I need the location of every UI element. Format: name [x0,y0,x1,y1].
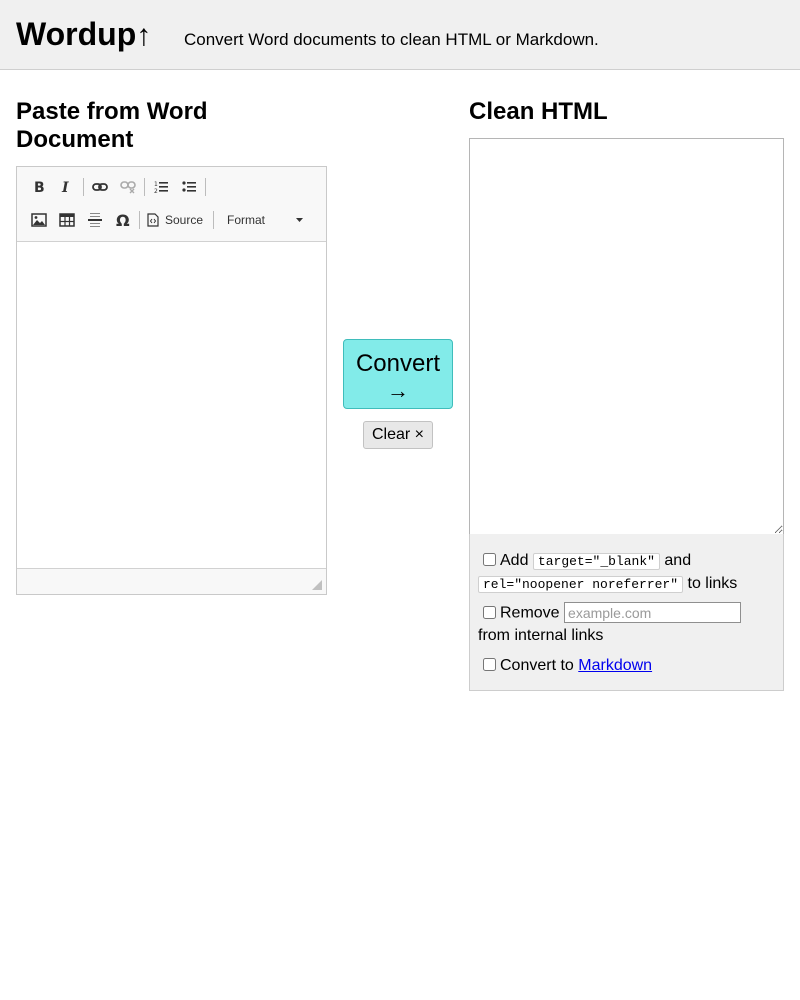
horizontal-line-icon[interactable] [85,209,105,231]
markdown-checkbox[interactable] [483,658,496,671]
table-icon[interactable] [57,209,77,231]
bold-icon[interactable]: B [29,176,49,198]
svg-text:B: B [34,180,45,194]
option-remove-domain: Remove from internal links [478,602,778,647]
image-icon[interactable] [29,209,49,231]
conversion-options: Add target="_blank" and rel="noopener nor… [469,534,784,691]
source-icon [147,213,159,227]
source-label: Source [165,213,204,227]
resize-handle-icon[interactable] [312,580,322,590]
toolbar-separator [213,211,214,229]
toolbar-separator [205,178,206,196]
format-label: Format [227,213,266,227]
domain-input[interactable] [564,602,742,623]
italic-icon[interactable]: I [56,176,76,198]
brand-name: Wordup [16,16,137,52]
to-links-label: to links [687,575,738,592]
word-paste-editor: B I 12 Ω Source Format [16,166,327,595]
site-tagline: Convert Word documents to clean HTML or … [184,30,599,49]
input-section-title: Paste from Word Document [16,98,208,153]
clear-button[interactable]: Clear × [363,421,433,449]
rel-code: rel="noopener noreferrer" [478,576,684,593]
unlink-icon[interactable] [118,176,138,198]
svg-text:1: 1 [154,181,158,188]
arrow-right-icon: → [387,378,409,403]
option-markdown: Convert to Markdown [478,655,778,677]
add-label: Add [500,552,529,569]
site-header: Wordup↑ Convert Word documents to clean … [0,0,800,70]
option-target-blank: Add target="_blank" and rel="noopener nor… [478,550,778,596]
convert-to-label: Convert to [500,657,574,674]
toolbar-separator [144,178,145,196]
convert-button[interactable]: Convert → [343,339,453,409]
svg-text:2: 2 [154,188,158,194]
clean-html-output[interactable] [469,138,784,535]
format-dropdown[interactable]: Format [219,209,311,231]
numbered-list-icon[interactable]: 12 [151,176,171,198]
convert-label: Convert [355,350,441,377]
svg-text:I: I [61,180,69,194]
toolbar-separator [139,211,140,229]
chevron-down-icon [296,218,303,222]
remove-label: Remove [500,604,560,622]
site-logo[interactable]: Wordup↑ [16,14,151,56]
brand-arrow-icon: ↑ [136,19,152,52]
bulleted-list-icon[interactable] [179,176,199,198]
target-code: target="_blank" [532,553,660,570]
toolbar-separator [83,178,84,196]
svg-text:Ω: Ω [116,212,130,228]
editor-content-area[interactable] [17,242,326,568]
target-blank-checkbox[interactable] [483,553,496,566]
editor-toolbar: B I 12 Ω Source Format [17,167,326,242]
source-button[interactable]: Source [147,209,209,231]
markdown-link[interactable]: Markdown [578,657,652,674]
special-character-icon[interactable]: Ω [113,209,133,231]
link-icon[interactable] [90,176,110,198]
editor-footer [17,568,326,594]
from-internal-label: from internal links [478,626,604,644]
remove-domain-checkbox[interactable] [483,605,496,619]
output-section-title: Clean HTML [469,98,608,125]
and-label: and [664,552,692,569]
